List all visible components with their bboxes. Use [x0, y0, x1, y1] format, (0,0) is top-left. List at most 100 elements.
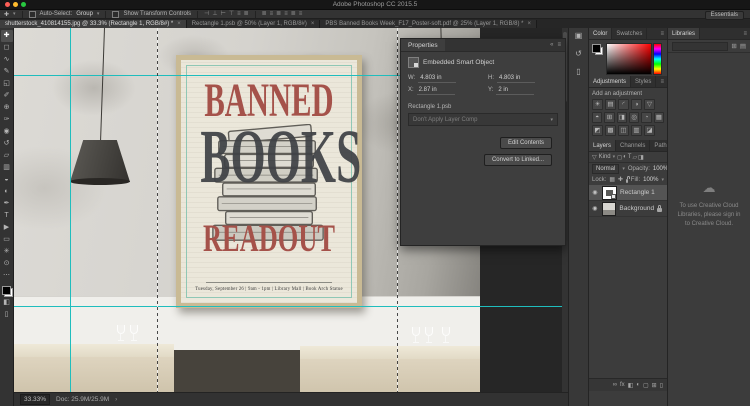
width-field[interactable]: 4.803 in — [418, 75, 456, 83]
auto-select-value[interactable]: Group — [76, 11, 93, 17]
layer-row-rectangle1[interactable]: ◉ Rectangle 1 — [589, 185, 667, 201]
align-top-icon[interactable]: ⊤ — [229, 10, 234, 19]
close-tab-icon[interactable]: × — [527, 21, 531, 27]
type-layer-filter-icon[interactable]: T — [628, 154, 632, 161]
collapsed-device-preview-panel-icon[interactable]: ▯ — [576, 67, 580, 76]
distribute-right-icon[interactable]: ≡ — [299, 10, 303, 19]
tool-preset-caret-icon[interactable]: ▾ — [13, 11, 16, 17]
grid-view-icon[interactable]: ⊞ — [731, 42, 736, 50]
black-white-icon[interactable]: ◨ — [617, 112, 627, 123]
gradient-map-icon[interactable]: ▥ — [631, 125, 642, 136]
posterize-icon[interactable]: ▩ — [605, 125, 616, 136]
libraries-dropdown[interactable] — [672, 42, 728, 51]
horizontal-guide[interactable] — [14, 306, 562, 307]
curves-icon[interactable]: ◜ — [618, 99, 629, 110]
marquee-tool[interactable]: ◻ — [1, 42, 13, 54]
status-arrow-icon[interactable]: › — [115, 396, 117, 403]
eraser-tool[interactable]: ▱ — [1, 150, 13, 162]
layer-filter-kind[interactable]: Kind — [599, 154, 611, 160]
channel-mixer-icon[interactable]: ◔ — [641, 112, 651, 123]
styles-panel-tab[interactable]: Styles — [631, 76, 656, 87]
distribute-bottom-icon[interactable]: ≣ — [276, 10, 281, 19]
delete-layer-icon[interactable]: ▯ — [660, 382, 663, 389]
photo-filter-icon[interactable]: ◎ — [629, 112, 639, 123]
collapsed-history-panel-icon[interactable]: ↺ — [575, 49, 582, 58]
show-transform-controls-checkbox[interactable] — [112, 11, 119, 18]
hue-saturation-icon[interactable]: ◓ — [592, 112, 602, 123]
document-tab[interactable]: Rectangle 1.psb @ 50% (Layer 1, RGB/8#) … — [187, 20, 321, 28]
layer-mask-icon[interactable]: ◧ — [628, 382, 634, 389]
auto-select-caret-icon[interactable]: ▾ — [97, 11, 100, 17]
vertical-guide[interactable] — [70, 28, 71, 392]
lock-position-icon[interactable]: ✚ — [618, 176, 623, 183]
threshold-icon[interactable]: ◫ — [618, 125, 629, 136]
hue-slider[interactable] — [653, 43, 662, 75]
close-tab-icon[interactable]: × — [177, 21, 181, 27]
layer-style-icon[interactable]: fx — [620, 382, 625, 388]
channels-panel-tab[interactable]: Channels — [616, 140, 650, 151]
layer-thumbnail[interactable] — [602, 186, 617, 200]
foreground-color-swatch[interactable] — [592, 44, 601, 53]
collapsed-properties-panel-icon[interactable]: ▣ — [575, 31, 583, 40]
levels-icon[interactable]: ▤ — [605, 99, 616, 110]
layer-visibility-icon[interactable]: ◉ — [591, 205, 599, 212]
y-position-field[interactable]: 2 in — [496, 87, 534, 95]
color-balance-icon[interactable]: ⊞ — [604, 112, 614, 123]
list-view-icon[interactable]: ▤ — [740, 42, 746, 50]
pen-tool[interactable]: ✒ — [1, 198, 13, 210]
layer-name[interactable]: Rectangle 1 — [620, 189, 655, 196]
layers-panel-tab[interactable]: Layers — [589, 140, 616, 151]
brightness-contrast-icon[interactable]: ☀ — [592, 99, 603, 110]
vibrance-icon[interactable]: ▽ — [644, 99, 655, 110]
blend-mode-dropdown[interactable]: Normal — [592, 164, 619, 174]
distribute-middle-icon[interactable]: ≡ — [270, 10, 274, 19]
smart-object-filter-icon[interactable]: ◨ — [638, 154, 644, 161]
adjustments-panel-tab[interactable]: Adjustments — [589, 76, 631, 87]
brush-tool[interactable]: ✑ — [1, 114, 13, 126]
new-layer-icon[interactable]: ⊞ — [652, 382, 657, 389]
dodge-tool[interactable]: ◐ — [1, 186, 13, 198]
convert-to-linked-button[interactable]: Convert to Linked... — [484, 154, 552, 166]
crop-tool[interactable]: ◱ — [1, 78, 13, 90]
saturation-picker[interactable] — [606, 43, 652, 75]
lock-all-icon[interactable] — [626, 179, 628, 183]
auto-select-checkbox[interactable] — [29, 11, 36, 18]
fill-value[interactable]: 100% — [643, 177, 658, 183]
gradient-tool[interactable]: ▥ — [1, 162, 13, 174]
distribute-top-icon[interactable]: ≣ — [262, 10, 267, 19]
screen-mode-button[interactable]: ▯ — [1, 309, 13, 321]
collapse-panel-icon[interactable]: « — [550, 42, 553, 48]
quick-selection-tool[interactable]: ✎ — [1, 66, 13, 78]
poster-frame[interactable]: BANNED BOOKS READOUT Tuesday, September … — [176, 55, 362, 308]
link-layers-icon[interactable]: ∞ — [613, 382, 617, 388]
layer-name[interactable]: Background — [619, 205, 654, 212]
panel-menu-icon[interactable]: ≡ — [557, 42, 561, 48]
canvas-area[interactable]: BANNED BOOKS READOUT Tuesday, September … — [14, 28, 568, 392]
layer-comp-dropdown[interactable]: Don't Apply Layer Comp ▾ — [408, 113, 558, 126]
document-tab[interactable]: PBS Banned Books Week_F17_Poster-soft.pd… — [320, 20, 537, 28]
foreground-color-swatch[interactable] — [2, 286, 11, 295]
move-tool[interactable]: ✚ — [1, 30, 13, 42]
opacity-value[interactable]: 100% — [653, 166, 668, 172]
shape-layer-filter-icon[interactable]: ▱ — [632, 154, 637, 161]
height-field[interactable]: 4.803 in — [497, 75, 535, 83]
hand-tool[interactable]: ✳ — [1, 246, 13, 258]
properties-panel-tab[interactable]: Properties — [401, 39, 445, 51]
healing-brush-tool[interactable]: ⊕ — [1, 102, 13, 114]
close-tab-icon[interactable]: × — [311, 21, 315, 27]
invert-icon[interactable]: ◩ — [592, 125, 603, 136]
type-tool[interactable]: T — [1, 210, 13, 222]
distribute-center-icon[interactable]: ≣ — [291, 10, 296, 19]
quick-mask-button[interactable]: ◧ — [1, 297, 13, 309]
lasso-tool[interactable]: ∿ — [1, 54, 13, 66]
pixel-layer-filter-icon[interactable]: ◻ — [617, 154, 622, 161]
color-panel-tab[interactable]: Color — [589, 28, 612, 39]
layer-row-background[interactable]: ◉ Background — [589, 201, 667, 217]
eyedropper-tool[interactable]: ✐ — [1, 90, 13, 102]
path-selection-tool[interactable]: ▶ — [1, 222, 13, 234]
align-bottom-icon[interactable]: ≣ — [244, 10, 249, 19]
rectangle-tool[interactable]: ▭ — [1, 234, 13, 246]
align-right-icon[interactable]: ⊢ — [221, 10, 226, 19]
layer-group-icon[interactable]: ▢ — [643, 382, 649, 389]
x-position-field[interactable]: 2.87 in — [417, 87, 455, 95]
